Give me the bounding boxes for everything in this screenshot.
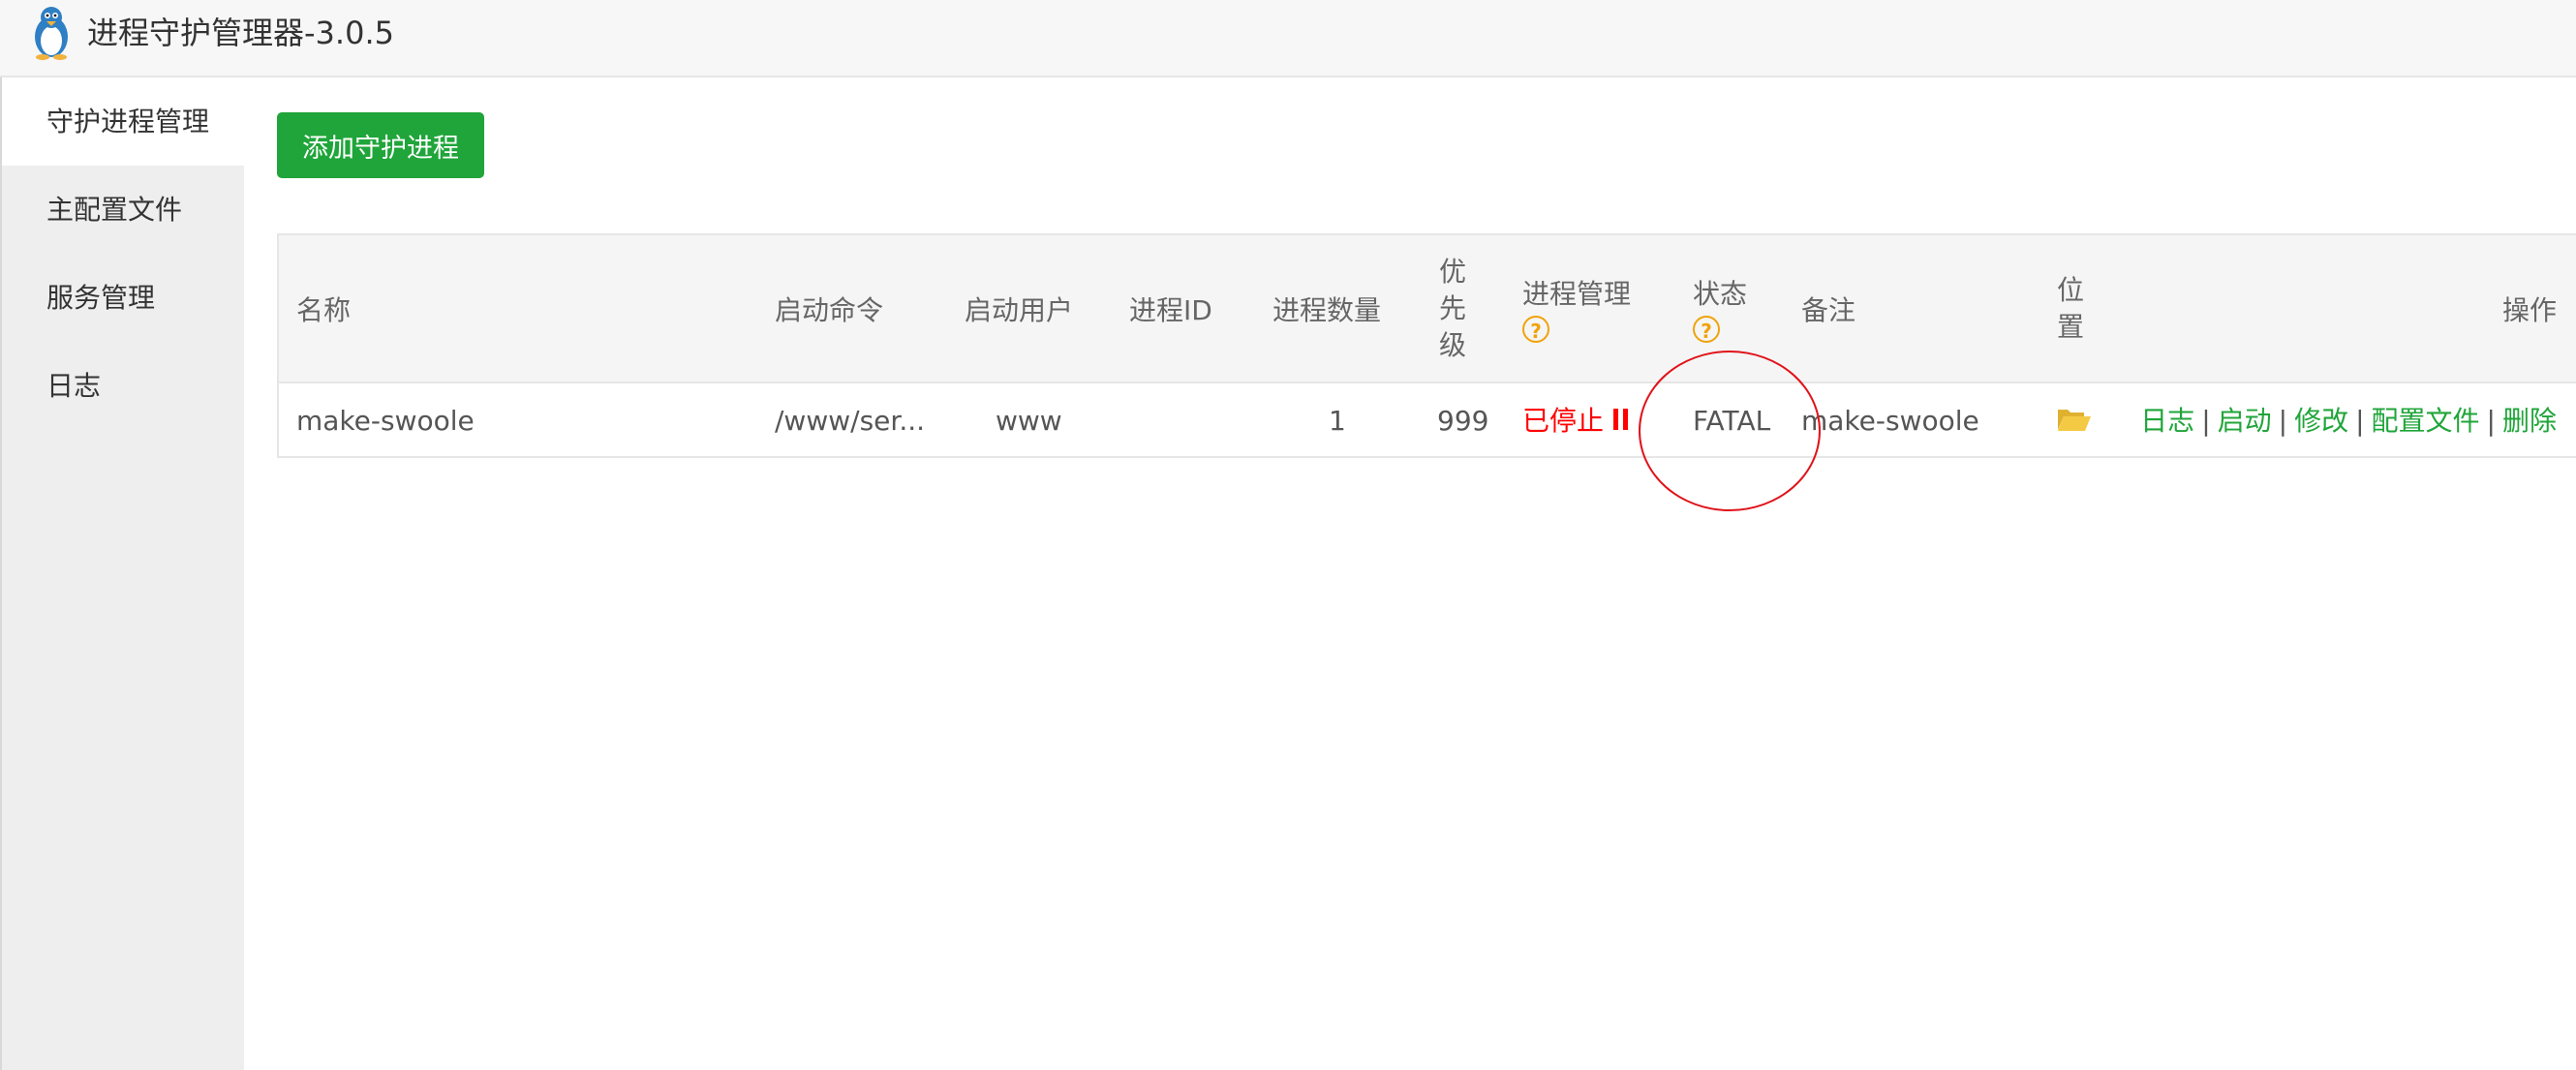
table-header: 名称 启动命令 启动用户 进程ID 进程数量 优先级 进程管理 ? 状态 ? 备… xyxy=(279,235,2576,383)
separator: | xyxy=(2278,405,2288,437)
process-table: 名称 启动命令 启动用户 进程ID 进程数量 优先级 进程管理 ? 状态 ? 备… xyxy=(277,233,2576,458)
separator: | xyxy=(2486,405,2496,437)
config-file-link[interactable]: 配置文件 xyxy=(2372,405,2480,437)
cell-command: /www/ser... xyxy=(775,405,926,437)
delete-link[interactable]: 删除 xyxy=(2502,405,2557,437)
sidebar-item-service-management[interactable]: 服务管理 xyxy=(2,254,244,342)
header-manage-label: 进程管理 xyxy=(1522,277,1632,310)
add-daemon-button[interactable]: 添加守护进程 xyxy=(277,112,484,178)
header-remark: 备注 xyxy=(1801,293,1856,326)
header-pid: 进程ID xyxy=(1129,293,1212,326)
header-manage: 进程管理 ? xyxy=(1522,235,1631,382)
header-location: 位置 xyxy=(2057,235,2086,382)
header-name: 名称 xyxy=(296,293,352,326)
separator: | xyxy=(2355,405,2365,437)
header-count: 进程数量 xyxy=(1273,293,1382,326)
cell-count: 1 xyxy=(1329,405,1346,437)
start-link[interactable]: 启动 xyxy=(2218,405,2272,437)
header-priority-label: 优先级 xyxy=(1439,255,1467,361)
header-priority: 优先级 xyxy=(1439,235,1468,382)
penguin-icon xyxy=(35,7,68,60)
pause-icon[interactable] xyxy=(1613,409,1629,430)
sidebar-item-logs[interactable]: 日志 xyxy=(2,342,244,430)
row-actions: 日志 | 启动 | 修改 | 配置文件 | 删除 xyxy=(2140,383,2557,458)
stopped-label: 已停止 xyxy=(1522,405,1605,437)
header-status-label: 状态 xyxy=(1693,277,1748,310)
cell-user: www xyxy=(996,405,1062,437)
status-badge: FATAL xyxy=(1693,405,1771,437)
sidebar: 守护进程管理 主配置文件 服务管理 日志 xyxy=(0,77,244,1070)
question-circle-icon[interactable]: ? xyxy=(1693,315,1720,343)
cell-remark: make-swoole xyxy=(1801,405,1979,437)
cell-manage[interactable]: 已停止 xyxy=(1522,383,1629,458)
header-status: 状态 ? xyxy=(1693,235,1747,382)
sidebar-item-main-config[interactable]: 主配置文件 xyxy=(2,166,244,254)
app-title: 进程守护管理器-3.0.5 xyxy=(87,15,394,51)
question-circle-icon[interactable]: ? xyxy=(1522,315,1549,343)
header-location-label: 位置 xyxy=(2057,273,2085,343)
separator: | xyxy=(2201,405,2211,437)
header-command: 启动命令 xyxy=(775,293,884,326)
cell-priority: 999 xyxy=(1437,405,1489,437)
cell-location[interactable] xyxy=(2057,383,2092,458)
edit-link[interactable]: 修改 xyxy=(2294,405,2348,437)
header-actions: 操作 xyxy=(2501,293,2557,326)
table-row: make-swoole /www/ser... www 1 999 已停止 FA… xyxy=(279,383,2576,458)
folder-open-icon[interactable] xyxy=(2057,407,2092,432)
cell-name: make-swoole xyxy=(296,405,475,437)
header-user: 启动用户 xyxy=(965,293,1074,326)
sidebar-item-daemon-management[interactable]: 守护进程管理 xyxy=(2,77,244,166)
title-bar: 进程守护管理器-3.0.5 xyxy=(0,0,2576,77)
log-link[interactable]: 日志 xyxy=(2140,405,2194,437)
